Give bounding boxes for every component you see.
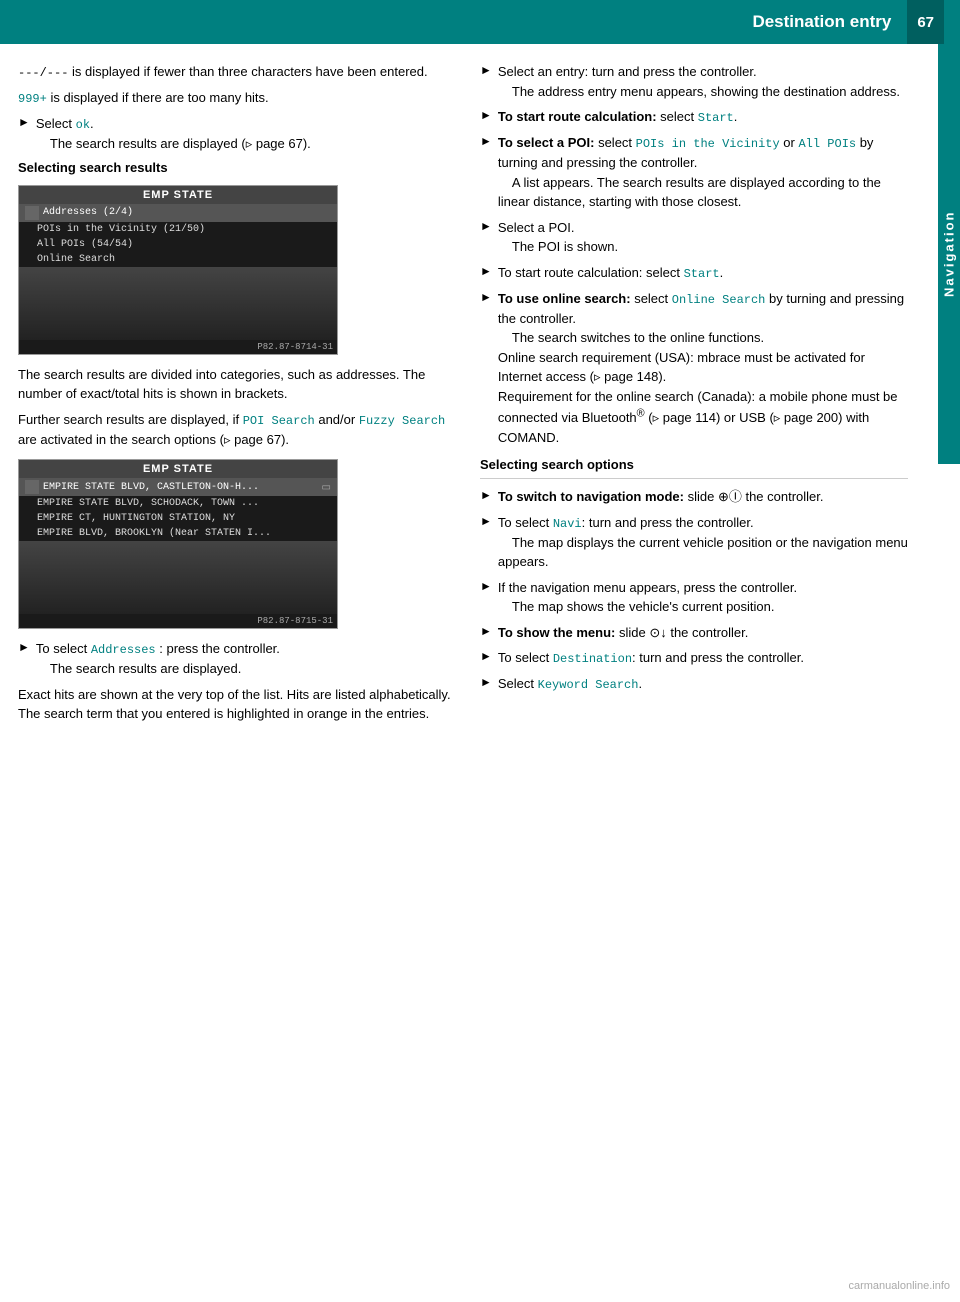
- bullet-text-s1: To switch to navigation mode: slide ⊕Ⓘ t…: [498, 487, 908, 507]
- bullet-text-1: Select ok. The search results are displa…: [36, 114, 460, 154]
- bullet-show-menu: ► To show the menu: slide ⊙↓ the control…: [480, 623, 908, 643]
- page-number: 67: [907, 0, 944, 44]
- section-heading-2: Selecting search options: [480, 457, 908, 472]
- code-destination: Destination: [553, 652, 632, 666]
- bullet-online-search: ► To use online search: select Online Se…: [480, 289, 908, 448]
- bullet-select-navi: ► To select Navi: turn and press the con…: [480, 513, 908, 572]
- code-poi-search: POI Search: [243, 414, 315, 428]
- main-content: ---/--- is displayed if fewer than three…: [0, 44, 960, 748]
- navigation-side-tab: Navigation: [938, 44, 960, 464]
- img2-row-3: EMPIRE CT, HUNTINGTON STATION, NY: [19, 511, 337, 526]
- watermark: carmanualonline.info: [848, 1280, 950, 1292]
- bullet-arrow-r5: ►: [480, 264, 492, 278]
- bullet-arrow-addr: ►: [18, 640, 30, 654]
- bullet-arrow-s3: ►: [480, 579, 492, 593]
- bullet-arrow-s1: ►: [480, 488, 492, 502]
- img2-row-2: EMPIRE STATE BLVD, SCHODACK, TOWN ...: [19, 496, 337, 511]
- bullet-text-r5: To start route calculation: select Start…: [498, 263, 908, 283]
- bullet-arrow-s2: ►: [480, 514, 492, 528]
- bullet-start-route: ► To start route calculation: select Sta…: [480, 107, 908, 127]
- code-fuzzy-search: Fuzzy Search: [359, 414, 445, 428]
- bullet-select-ok: ► Select ok. The search results are disp…: [18, 114, 460, 154]
- bullet-start-route-2: ► To start route calculation: select Sta…: [480, 263, 908, 283]
- bullet-text-s2: To select Navi: turn and press the contr…: [498, 513, 908, 572]
- bullet-select-destination: ► To select Destination: turn and press …: [480, 648, 908, 668]
- bullet-text-r4: Select a POI. The POI is shown.: [498, 218, 908, 257]
- code-keyword-search: Keyword Search: [538, 678, 639, 692]
- header-title: Destination entry: [752, 12, 891, 32]
- para-divided: The search results are divided into cate…: [18, 365, 460, 404]
- code-pois-vicinity: POIs in the Vicinity: [636, 137, 780, 151]
- img1-row-3: All POIs (54/54): [19, 237, 337, 252]
- header-bar: Destination entry 67: [0, 0, 960, 44]
- img2-row-1: EMPIRE STATE BLVD, CASTLETON-ON-H... ▭: [19, 478, 337, 496]
- bullet-arrow-1: ►: [18, 115, 30, 129]
- img1-caption: P82.87-8714-31: [19, 340, 337, 354]
- bullet-addresses: ► To select Addresses : press the contro…: [18, 639, 460, 679]
- bullet-arrow-r1: ►: [480, 63, 492, 77]
- img1-photo: [19, 267, 337, 340]
- bullet-select-poi: ► To select a POI: select POIs in the Vi…: [480, 133, 908, 212]
- para-further: Further search results are displayed, if…: [18, 410, 460, 450]
- bullet-text-r1: Select an entry: turn and press the cont…: [498, 62, 908, 101]
- mono-code-1: ---/---: [18, 66, 68, 80]
- code-start-2: Start: [684, 267, 720, 281]
- img1-row-1: Addresses (2/4): [19, 204, 337, 222]
- img1-row-4: Online Search: [19, 252, 337, 267]
- bullet-select-entry: ► Select an entry: turn and press the co…: [480, 62, 908, 101]
- bullet-arrow-s5: ►: [480, 649, 492, 663]
- bullet-keyword-search: ► Select Keyword Search.: [480, 674, 908, 694]
- bullet-arrow-r3: ►: [480, 134, 492, 148]
- bullet-text-addr: To select Addresses : press the controll…: [36, 639, 460, 679]
- bullet-text-s6: Select Keyword Search.: [498, 674, 908, 694]
- img1-row-2: POIs in the Vicinity (21/50): [19, 222, 337, 237]
- left-column: ---/--- is displayed if fewer than three…: [18, 62, 460, 730]
- img2-row-4: EMPIRE BLVD, BROOKLYN (Near STATEN I...: [19, 526, 337, 541]
- code-start-1: Start: [698, 111, 734, 125]
- bullet-text-r6: To use online search: select Online Sear…: [498, 289, 908, 448]
- bullet-arrow-s6: ►: [480, 675, 492, 689]
- bullet-arrow-r2: ►: [480, 108, 492, 122]
- bullet-nav-mode: ► To switch to navigation mode: slide ⊕Ⓘ…: [480, 487, 908, 507]
- img1-icon: [25, 206, 39, 220]
- bullet-text-r2: To start route calculation: select Start…: [498, 107, 908, 127]
- code-999: 999+: [18, 92, 47, 106]
- image-2: EMP STATE EMPIRE STATE BLVD, CASTLETON-O…: [18, 459, 338, 629]
- img2-caption: P82.87-8715-31: [19, 614, 337, 628]
- img2-photo: [19, 541, 337, 614]
- bullet-arrow-r4: ►: [480, 219, 492, 233]
- image-1: EMP STATE Addresses (2/4) POIs in the Vi…: [18, 185, 338, 355]
- bullet-text-r3: To select a POI: select POIs in the Vici…: [498, 133, 908, 212]
- bullet-nav-menu: ► If the navigation menu appears, press …: [480, 578, 908, 617]
- bullet-select-poi-item: ► Select a POI. The POI is shown.: [480, 218, 908, 257]
- img1-title: EMP STATE: [19, 186, 337, 204]
- bullet-arrow-r6: ►: [480, 290, 492, 304]
- code-addresses: Addresses: [91, 643, 156, 657]
- intro-line1: ---/--- is displayed if fewer than three…: [18, 62, 460, 82]
- img2-icon: [25, 480, 39, 494]
- divider: [480, 478, 908, 479]
- bullet-text-s5: To select Destination: turn and press th…: [498, 648, 908, 668]
- section-heading-1: Selecting search results: [18, 160, 460, 175]
- intro-line2: 999+ is displayed if there are too many …: [18, 88, 460, 108]
- code-ok: ok: [76, 118, 90, 132]
- code-all-pois: All POIs: [798, 137, 856, 151]
- bullet-text-s3: If the navigation menu appears, press th…: [498, 578, 908, 617]
- right-column: ► Select an entry: turn and press the co…: [480, 62, 930, 730]
- code-navi: Navi: [553, 517, 582, 531]
- code-online-search: Online Search: [672, 293, 766, 307]
- bullet-arrow-s4: ►: [480, 624, 492, 638]
- para-exact-hits: Exact hits are shown at the very top of …: [18, 685, 460, 724]
- bullet-text-s4: To show the menu: slide ⊙↓ the controlle…: [498, 623, 908, 643]
- img2-title: EMP STATE: [19, 460, 337, 478]
